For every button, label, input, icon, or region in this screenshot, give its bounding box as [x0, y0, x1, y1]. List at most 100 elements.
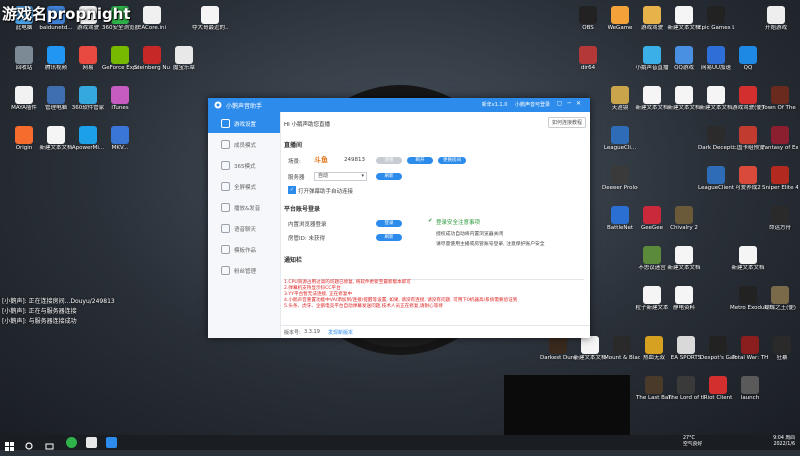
refresh-admin-button[interactable]: 刷新	[376, 234, 402, 241]
app-shortcut-icon	[677, 376, 695, 394]
app-icon[interactable]	[86, 437, 97, 448]
desktop-icon[interactable]: Darkest Dungeon	[540, 336, 576, 362]
connect-button[interactable]: 连接	[376, 157, 402, 164]
nav-fans[interactable]: 粉丝管理	[208, 259, 280, 280]
desktop-icon[interactable]: Total War: THREE KI...	[732, 336, 768, 362]
server-select[interactable]: 自动 ▾	[314, 172, 367, 181]
app-shortcut-icon	[611, 126, 629, 144]
desktop-icon[interactable]: 狂暴	[764, 336, 800, 362]
search-icon[interactable]	[24, 437, 35, 450]
desktop-icon[interactable]: MAYA插件	[6, 86, 42, 112]
desktop-icon[interactable]: OBS	[570, 6, 606, 32]
task-view-icon[interactable]	[44, 437, 55, 450]
desktop-icon[interactable]: The Last Band A...	[636, 376, 672, 402]
desktop-icon[interactable]: QQ游戏	[666, 46, 702, 72]
desktop-icon[interactable]: Fantasy of Expedit...	[762, 126, 798, 152]
desktop-icon[interactable]: Origin	[6, 126, 42, 152]
desktop-icon[interactable]: 新建文本文档	[634, 86, 670, 112]
titlebar[interactable]: 小鹅声音助手 新年v1.1.0 小鹅声音可登录 ▢─✕	[208, 98, 590, 112]
desktop-icon[interactable]: GeeGee	[634, 206, 670, 232]
desktop-icon[interactable]: WeGame	[602, 6, 638, 32]
desktop-icon[interactable]: Despot's Game D...	[700, 336, 736, 362]
voice-assistant-icon[interactable]	[106, 437, 117, 448]
nav-game-settings[interactable]: 游戏设置	[208, 112, 280, 133]
desktop-icon[interactable]: 管理电脑	[38, 86, 74, 112]
desktop-icon[interactable]: BattleNet	[602, 206, 638, 232]
nav-member-mode[interactable]: 成员模式	[208, 133, 280, 154]
desktop-icon[interactable]: 游戏驾驶(便)	[730, 86, 766, 112]
desktop-icon[interactable]: Metro Exodus	[730, 286, 766, 312]
desktop-icon[interactable]: 新建文本文档	[38, 126, 74, 152]
nav-playback[interactable]: 播放&发音	[208, 196, 280, 217]
nav-365-mode[interactable]: 365模式	[208, 154, 280, 175]
version-link[interactable]: 新年v1.1.0	[482, 102, 508, 108]
desktop-icon[interactable]: 魔宝乐章	[166, 46, 202, 72]
desktop-icon[interactable]: Deeeer Prologue	[602, 166, 638, 192]
desktop-icon[interactable]: 粒子新建文本	[634, 286, 670, 312]
browser-360-icon[interactable]	[66, 437, 77, 448]
desktop-icon[interactable]: 不思议迷宫	[634, 246, 670, 272]
desktop-icon[interactable]: Sniper Elite 4	[762, 166, 798, 192]
restore-button[interactable]: ▢	[557, 100, 568, 107]
desktop-icon-label: 新建文本文档	[667, 265, 701, 271]
desktop-icon[interactable]: 可爱养成2	[730, 166, 766, 192]
desktop-icon[interactable]: 小鹅声音直播	[634, 46, 670, 72]
desktop-icon[interactable]: Riot Client	[700, 376, 736, 402]
desktop-icon[interactable]: 静电资料	[666, 286, 702, 312]
desktop-icon[interactable]: The Lord of the Fallen	[668, 376, 704, 402]
desktop-icon-label: LeagueCli...	[603, 145, 637, 151]
system-clock[interactable]: 9:04 周四 2022/1/6	[773, 436, 795, 448]
desktop-icon[interactable]: Epic Games Launcher	[698, 6, 734, 32]
desktop-icon[interactable]: 新建文本文档	[666, 6, 702, 32]
desktop-icon[interactable]: 新建文本文档	[666, 246, 702, 272]
desktop-icon[interactable]: 新建文本文档	[572, 336, 608, 362]
desktop-icon[interactable]: 腾讯视频	[38, 46, 74, 72]
auto-connect-checkbox[interactable]: ✓	[288, 186, 296, 194]
desktop-icon[interactable]: 新建文本文档	[666, 86, 702, 112]
windows-start-icon[interactable]	[4, 437, 15, 451]
nav-fullscreen-mode[interactable]: 全屏模式	[208, 175, 280, 196]
desktop-icon[interactable]: 热血无双	[636, 336, 672, 362]
desktop-icon[interactable]: 天涯镜	[602, 86, 638, 112]
desktop-icon[interactable]: Chivalry 2	[666, 206, 702, 232]
weather-widget[interactable]: 27°C 空气良好	[683, 436, 702, 448]
disconnect-button[interactable]: 断开	[407, 157, 433, 164]
desktop-icon[interactable]: dir64	[570, 46, 606, 72]
desktop-icon[interactable]: EACore.ini	[134, 6, 170, 32]
nav-templates[interactable]: 模板作品	[208, 238, 280, 259]
login-button[interactable]: 登录	[376, 220, 402, 227]
desktop-icon[interactable]: 360软件管家	[70, 86, 106, 112]
desktop-icon[interactable]: Steinberg Nuendo 4	[134, 46, 170, 72]
login-link[interactable]: 小鹅声音可登录	[515, 102, 550, 108]
desktop-icon[interactable]: LeagueClient	[698, 166, 734, 192]
desktop-icon[interactable]: ApowerMi...	[70, 126, 106, 152]
desktop-icon[interactable]: 游戏驾驶	[634, 6, 670, 32]
desktop-icon[interactable]: Mount & Blade II	[604, 336, 640, 362]
close-button[interactable]: ✕	[576, 100, 586, 107]
desktop-icon[interactable]: 开始游戏	[758, 6, 794, 32]
desktop-icon[interactable]: Town Of The Dead	[762, 86, 798, 112]
minimize-button[interactable]: ─	[567, 100, 576, 107]
desktop-icon[interactable]: EA SPORTS	[668, 336, 704, 362]
desktop-icon[interactable]: 网易UU加速	[698, 46, 734, 72]
change-room-button[interactable]: 更换房间	[438, 157, 466, 164]
desktop-icon[interactable]: GeForce Experience	[102, 46, 138, 72]
desktop-icon[interactable]: LeagueCli...	[602, 126, 638, 152]
desktop-icon[interactable]: 三国卡组预览	[730, 126, 766, 152]
desktop-icon[interactable]: 蝴蝶之王(便)	[762, 286, 798, 312]
desktop-icon[interactable]: 夺大哥最近的...	[192, 6, 228, 32]
desktop-icon[interactable]: launch	[732, 376, 768, 402]
desktop-icon[interactable]: 新建文本文档	[730, 246, 766, 272]
desktop-icon[interactable]: QQ	[730, 46, 766, 72]
tutorial-button[interactable]: 如何连接教程	[547, 117, 586, 128]
refresh-server-button[interactable]: 刷新	[376, 173, 402, 180]
desktop-icon[interactable]: MKV...	[102, 126, 138, 152]
desktop-icon[interactable]: 命运方舟	[762, 206, 798, 232]
desktop-icon[interactable]: iTunes	[102, 86, 138, 112]
desktop-icon[interactable]: 回收站	[6, 46, 42, 72]
desktop-icon[interactable]: 网易	[70, 46, 106, 72]
desktop-icon[interactable]: 新建文本文档	[698, 86, 734, 112]
nav-voice-chat[interactable]: 语音聊天	[208, 217, 280, 238]
update-link[interactable]: 发现新版本	[328, 329, 353, 336]
desktop-icon[interactable]: Dark Deception	[698, 126, 734, 152]
